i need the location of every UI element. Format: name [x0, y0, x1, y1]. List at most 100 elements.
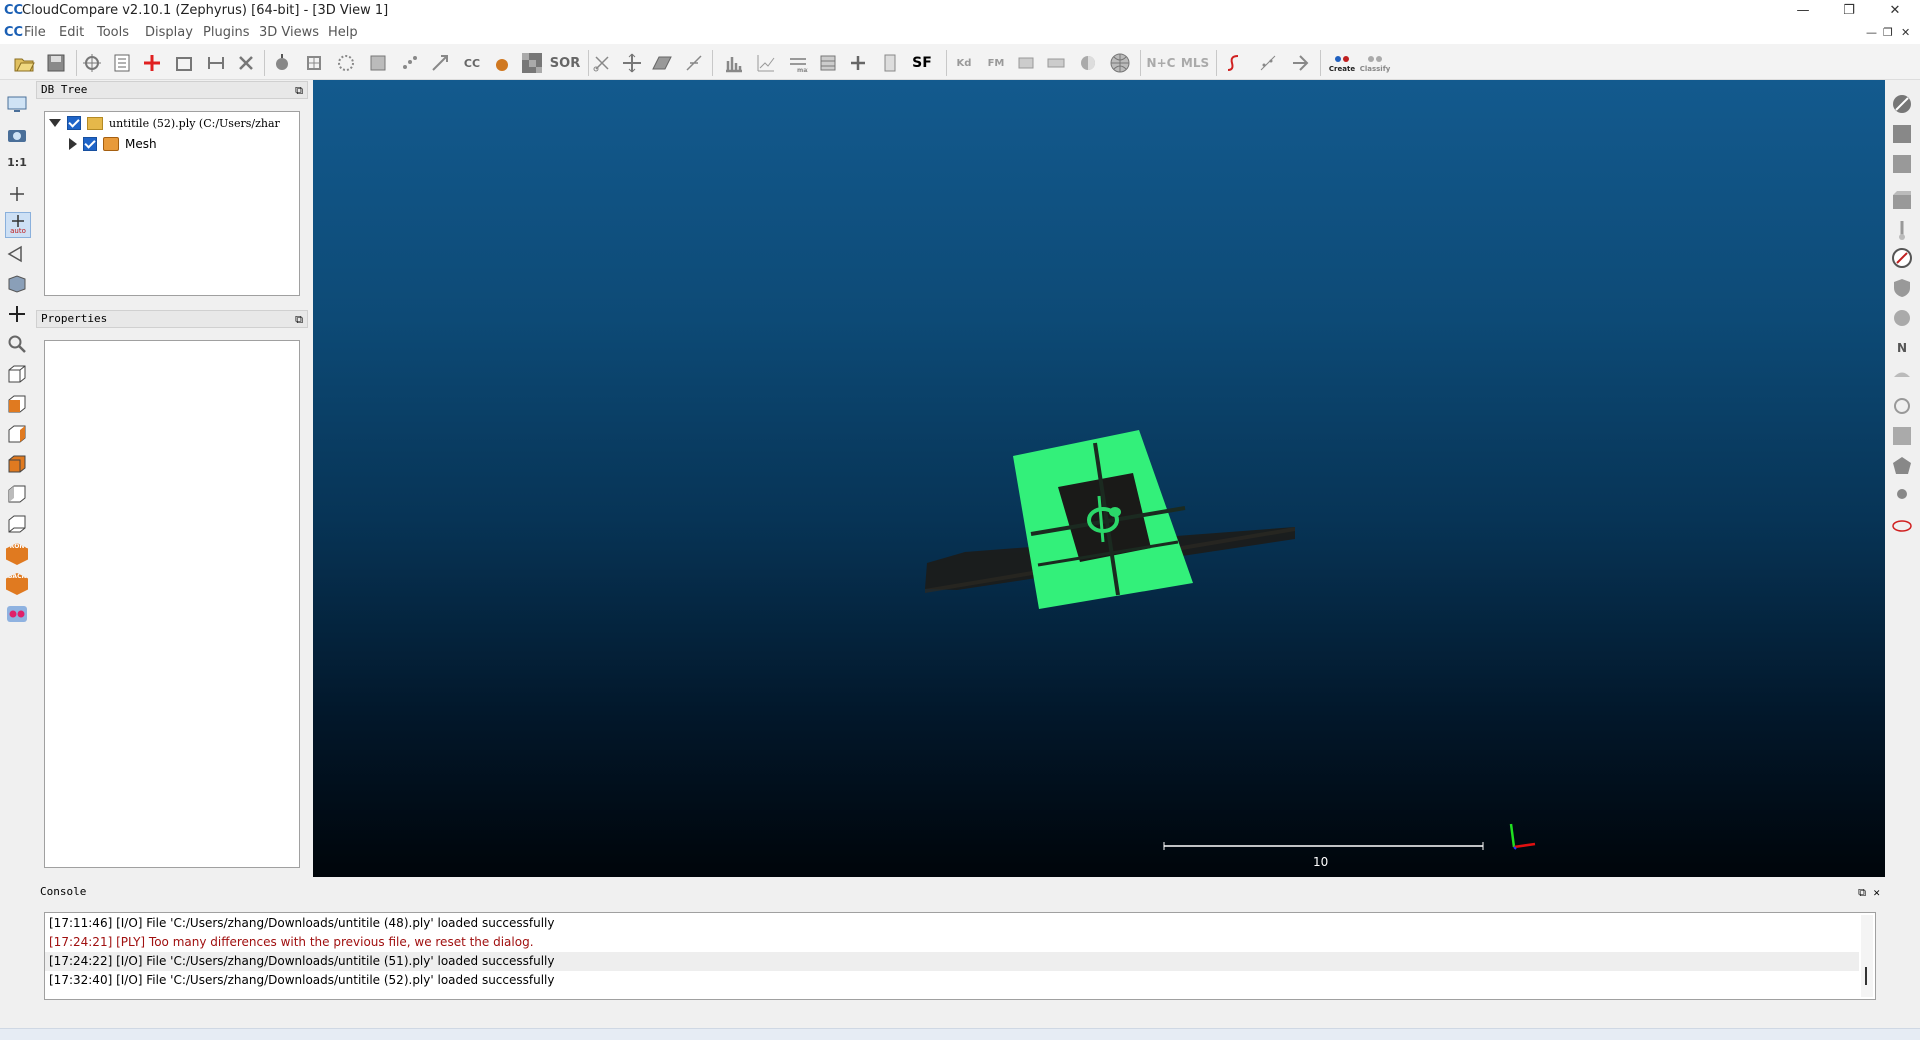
merge-icon[interactable]	[204, 51, 228, 75]
normals-icon[interactable]	[270, 51, 294, 75]
canupo-create-button[interactable]: Create	[1328, 51, 1356, 75]
db-tree-float-button[interactable]: ⧉	[295, 83, 303, 99]
front-iso-button[interactable]: FRONT	[5, 542, 29, 566]
open-file-icon[interactable]	[12, 51, 36, 75]
list-icon[interactable]	[110, 51, 134, 75]
kd-button[interactable]: Kd	[952, 51, 976, 75]
filter-max-icon[interactable]: max	[786, 51, 810, 75]
m3c2-icon[interactable]	[1890, 394, 1914, 418]
nc-button[interactable]: N+C	[1146, 51, 1176, 75]
registration-icon[interactable]	[428, 51, 452, 75]
rotate-icon[interactable]	[5, 242, 29, 266]
forbidden-icon[interactable]	[1890, 92, 1914, 116]
camera-icon[interactable]	[5, 122, 29, 146]
plane-icon[interactable]	[650, 51, 674, 75]
ellipse-icon[interactable]	[1890, 514, 1914, 538]
sf-list-icon[interactable]	[878, 51, 902, 75]
front-view-icon[interactable]	[5, 392, 29, 416]
s-curve-icon[interactable]	[1222, 51, 1246, 75]
pcv-icon[interactable]	[1890, 424, 1914, 448]
sor-button[interactable]: SOR	[550, 51, 580, 75]
save-icon[interactable]	[44, 51, 68, 75]
shield-icon[interactable]	[1890, 276, 1914, 300]
menu-display[interactable]: Display	[145, 25, 193, 40]
expand-arrow-icon[interactable]	[69, 138, 77, 150]
left-view-icon[interactable]	[5, 422, 29, 446]
mls-button[interactable]: MLS	[1180, 51, 1210, 75]
mdi-restore-button[interactable]: ❐	[1883, 26, 1893, 39]
sphere-icon[interactable]	[1076, 51, 1100, 75]
hpr-icon[interactable]	[1890, 366, 1914, 390]
compass-icon[interactable]	[1890, 218, 1914, 242]
mdi-close-button[interactable]: ✕	[1901, 26, 1910, 39]
menu-plugins[interactable]: Plugins	[203, 25, 250, 40]
grid-icon[interactable]	[366, 51, 390, 75]
scene-canvas[interactable]	[313, 80, 1885, 877]
sf-button[interactable]: SF	[910, 51, 934, 75]
visibility-checkbox[interactable]	[67, 116, 81, 130]
tree-item-root[interactable]: untitile (52).ply (C:/Users/zhar	[49, 113, 280, 133]
cc-button[interactable]: CC	[460, 51, 484, 75]
add-sf-icon[interactable]	[846, 51, 870, 75]
cross-section-icon[interactable]	[682, 51, 706, 75]
top-view-icon[interactable]	[5, 362, 29, 386]
poisson-icon[interactable]	[1890, 454, 1914, 478]
mesh-icon[interactable]	[334, 51, 358, 75]
tree-item-mesh[interactable]: Mesh	[69, 134, 157, 154]
close-window-button[interactable]: ✕	[1872, 0, 1918, 22]
ransac-icon[interactable]	[1890, 152, 1914, 176]
console-scrollbar[interactable]	[1861, 915, 1873, 997]
scrollbar-thumb[interactable]	[1865, 967, 1867, 985]
distance-icon[interactable]	[1044, 51, 1068, 75]
subsample-icon[interactable]	[398, 51, 422, 75]
delete-icon[interactable]	[234, 51, 258, 75]
console-float-button[interactable]: ⧉	[1858, 885, 1866, 901]
sample-icon[interactable]	[172, 51, 196, 75]
menu-edit[interactable]: Edit	[59, 25, 84, 40]
one-to-one-button[interactable]: 1:1	[5, 150, 29, 174]
pear-icon[interactable]	[490, 51, 514, 75]
stereo-icon[interactable]	[5, 602, 29, 626]
histogram-icon[interactable]	[722, 51, 746, 75]
rgb-icon[interactable]	[1890, 484, 1914, 508]
console-close-button[interactable]: ✕	[1873, 885, 1880, 901]
clone-icon[interactable]	[80, 51, 104, 75]
menu-help[interactable]: Help	[328, 25, 358, 40]
translate-icon[interactable]	[620, 51, 644, 75]
compare-icon[interactable]	[1014, 51, 1038, 75]
add-point-icon[interactable]	[140, 51, 164, 75]
animation-icon[interactable]	[1890, 188, 1914, 212]
facets-icon[interactable]	[1890, 306, 1914, 330]
auto-pivot-button[interactable]: auto	[5, 212, 31, 238]
octree-icon[interactable]	[302, 51, 326, 75]
pivot-icon[interactable]	[5, 182, 29, 206]
fullscreen-icon[interactable]	[5, 92, 29, 116]
menu-tools[interactable]: Tools	[97, 25, 129, 40]
menu-3d-views[interactable]: 3D Views	[259, 25, 319, 40]
menu-file[interactable]: File	[24, 25, 46, 40]
noise-icon[interactable]	[520, 51, 544, 75]
back-iso-button[interactable]: BACK	[5, 572, 29, 596]
collapse-arrow-icon[interactable]	[49, 119, 61, 127]
bottom-view-icon[interactable]	[5, 512, 29, 536]
3d-view[interactable]: 10	[313, 80, 1885, 877]
north-button[interactable]: N	[1890, 336, 1914, 360]
fm-button[interactable]: FM	[984, 51, 1008, 75]
properties-float-button[interactable]: ⧉	[295, 312, 303, 328]
mesh-visibility-checkbox[interactable]	[83, 137, 97, 151]
scissors-icon[interactable]	[590, 51, 614, 75]
canupo-classify-button[interactable]: Classify	[1360, 51, 1390, 75]
align-icon[interactable]	[1288, 51, 1312, 75]
back-view-icon[interactable]	[5, 452, 29, 476]
restore-button[interactable]: ❐	[1826, 0, 1872, 22]
minimize-button[interactable]: —	[1780, 0, 1826, 22]
move-icon[interactable]	[5, 302, 29, 326]
fit-icon[interactable]	[1256, 51, 1280, 75]
globe-icon[interactable]	[1108, 51, 1132, 75]
right-view-icon[interactable]	[5, 482, 29, 506]
dip-icon[interactable]	[1890, 246, 1914, 270]
table-icon[interactable]	[816, 51, 840, 75]
mdi-minimize-button[interactable]: —	[1866, 26, 1877, 39]
cube-view-icon[interactable]	[5, 272, 29, 296]
zoom-icon[interactable]	[5, 332, 29, 356]
